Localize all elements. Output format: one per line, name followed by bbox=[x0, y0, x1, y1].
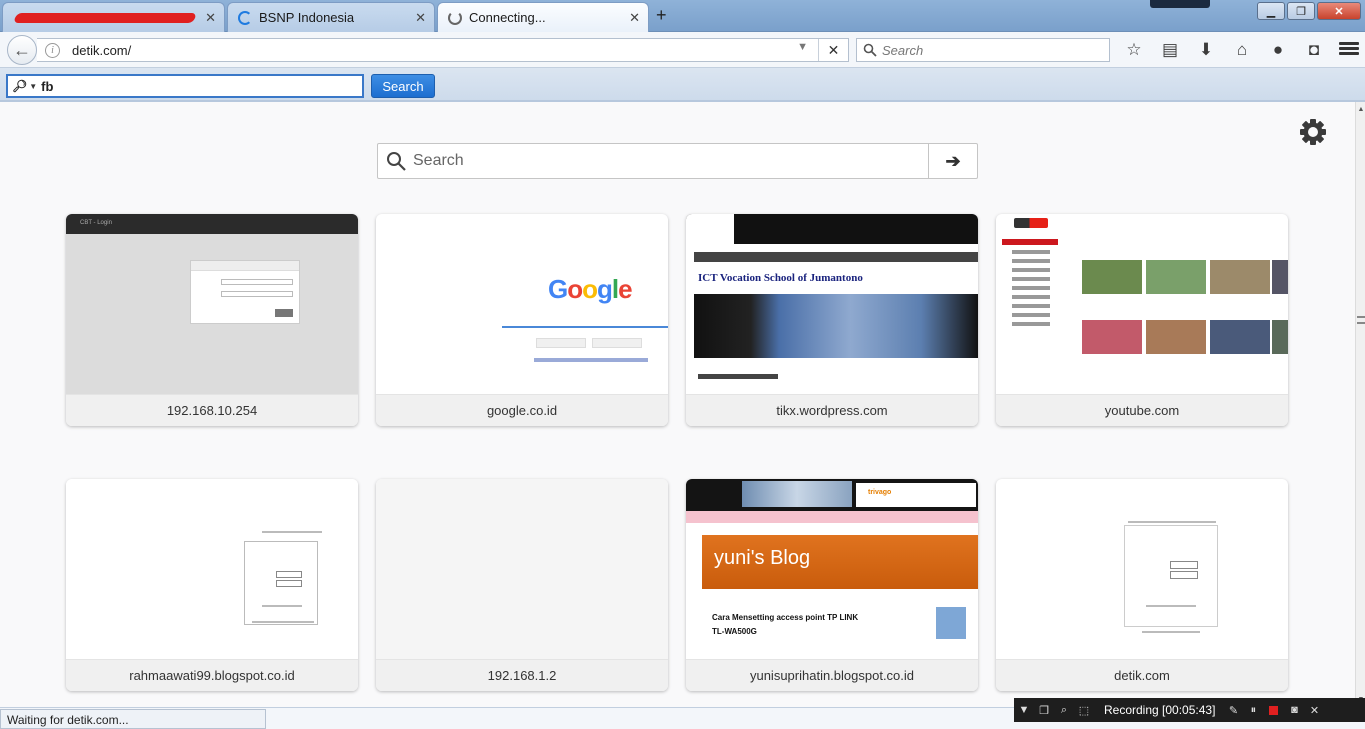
site-thumbnail bbox=[376, 479, 668, 659]
site-thumbnail: CBT - Login bbox=[66, 214, 358, 394]
youtube-logo-icon bbox=[1014, 218, 1048, 228]
window-decoration bbox=[1150, 0, 1210, 8]
top-site-tile[interactable]: ICT Vocation School of Jumantono tikx.wo… bbox=[686, 214, 978, 426]
pocket-icon[interactable]: ◘ bbox=[1298, 38, 1330, 62]
toolbar-search-field[interactable]: 🔎︎ ▼ fb bbox=[6, 74, 364, 98]
recording-status: Recording [00:05:43] bbox=[1104, 703, 1216, 717]
top-site-tile[interactable]: detik.com bbox=[996, 479, 1288, 691]
site-thumbnail: ICT Vocation School of Jumantono bbox=[686, 214, 978, 394]
screen-recorder-bar: ▼ ❐ ⌕ ⬚ Recording [00:05:43] ✎ ⏸ ◙ ✕ bbox=[1014, 698, 1365, 722]
tab-bsnp[interactable]: BSNP Indonesia ✕ bbox=[227, 2, 435, 32]
bookmarks-menu-icon[interactable]: ▤ bbox=[1154, 38, 1186, 62]
loading-favicon-icon bbox=[238, 10, 252, 25]
home-icon[interactable]: ⌂ bbox=[1226, 38, 1258, 62]
close-tab-icon[interactable]: ✕ bbox=[629, 10, 640, 26]
site-thumbnail: Google bbox=[376, 214, 668, 394]
window-controls: ▁ ❐ ✕ bbox=[1257, 2, 1361, 20]
redacted-title bbox=[13, 12, 197, 23]
tile-label: rahmaawati99.blogspot.co.id bbox=[66, 659, 358, 691]
download-icon[interactable]: ⬇ bbox=[1190, 38, 1222, 62]
search-engine-icon[interactable]: 🔎︎ bbox=[12, 79, 27, 93]
tile-label: google.co.id bbox=[376, 394, 668, 426]
chat-icon[interactable]: ● bbox=[1262, 38, 1294, 62]
top-site-tile[interactable]: trivago yuni's Blog Cara Mensetting acce… bbox=[686, 479, 978, 691]
tile-label: youtube.com bbox=[996, 394, 1288, 426]
tile-label: tikx.wordpress.com bbox=[686, 394, 978, 426]
search-toolbar: 🔎︎ ▼ fb Search bbox=[0, 68, 1365, 102]
site-thumbnail: trivago yuni's Blog Cara Mensetting acce… bbox=[686, 479, 978, 659]
tab-strip: ✕ BSNP Indonesia ✕ Connecting... ✕ + ▁ ❐… bbox=[0, 0, 1365, 32]
search-icon bbox=[387, 152, 406, 171]
top-site-tile[interactable]: 192.168.1.2 bbox=[376, 479, 668, 691]
close-window-button[interactable]: ✕ bbox=[1317, 2, 1361, 20]
status-text: Waiting for detik.com... bbox=[0, 709, 266, 729]
close-recorder-icon[interactable]: ✕ bbox=[1304, 704, 1324, 717]
tile-label: yunisuprihatin.blogspot.co.id bbox=[686, 659, 978, 691]
hamburger-menu-icon[interactable] bbox=[1339, 40, 1359, 60]
dropdown-icon[interactable]: ▼ bbox=[1014, 704, 1034, 716]
tile-label: 192.168.10.254 bbox=[66, 394, 358, 426]
stop-icon[interactable]: ✕ bbox=[818, 39, 848, 61]
zoom-icon[interactable]: ⌕ bbox=[1054, 704, 1074, 717]
restore-button[interactable]: ❐ bbox=[1287, 2, 1315, 20]
search-input[interactable]: Search bbox=[856, 38, 1110, 62]
minimize-button[interactable]: ▁ bbox=[1257, 2, 1285, 20]
google-logo-text: Google bbox=[548, 274, 633, 304]
url-bar[interactable]: i detik.com/ ▼ ✕ bbox=[37, 38, 849, 62]
bookmark-star-icon[interactable]: ☆ bbox=[1118, 38, 1150, 62]
search-placeholder: Search bbox=[882, 42, 924, 58]
engine-dropdown-icon[interactable]: ▼ bbox=[29, 82, 37, 91]
page-search-input[interactable]: Search bbox=[377, 143, 929, 179]
page-search-placeholder: Search bbox=[413, 152, 464, 169]
site-thumbnail bbox=[996, 479, 1288, 659]
navigation-bar: ← i detik.com/ ▼ ✕ Search ☆ ▤ ⬇ ⌂ ● ◘ bbox=[0, 32, 1365, 68]
site-thumbnail bbox=[66, 479, 358, 659]
new-tab-button[interactable]: + bbox=[656, 5, 667, 26]
history-dropdown-icon[interactable]: ▼ bbox=[797, 41, 808, 53]
back-button[interactable]: ← bbox=[7, 35, 37, 65]
tile-label: detik.com bbox=[996, 659, 1288, 691]
url-text[interactable]: detik.com/ bbox=[72, 43, 131, 58]
close-tab-icon[interactable]: ✕ bbox=[415, 10, 426, 26]
site-thumbnail bbox=[996, 214, 1288, 394]
window-icon[interactable]: ❐ bbox=[1034, 704, 1054, 717]
camera-icon[interactable]: ◙ bbox=[1284, 704, 1304, 716]
top-site-tile[interactable]: rahmaawati99.blogspot.co.id bbox=[66, 479, 358, 691]
top-site-tile[interactable]: CBT - Login 192.168.10.254 bbox=[66, 214, 358, 426]
tab-title: BSNP Indonesia bbox=[259, 10, 355, 25]
tile-label: 192.168.1.2 bbox=[376, 659, 668, 691]
wp-blog-title: ICT Vocation School of Jumantono bbox=[698, 272, 863, 284]
toolbar-search-value[interactable]: fb bbox=[41, 79, 53, 94]
new-tab-page: Search ➔ CBT - Login 192.168.10.254 Goog… bbox=[0, 102, 1355, 707]
top-site-tile[interactable]: Google google.co.id bbox=[376, 214, 668, 426]
site-info-icon[interactable]: i bbox=[45, 42, 60, 58]
post-title: Cara Mensetting access point TP LINK TL-… bbox=[712, 613, 859, 636]
top-site-tile[interactable]: youtube.com bbox=[996, 214, 1288, 426]
pause-icon[interactable]: ⏸ bbox=[1243, 704, 1263, 717]
region-icon[interactable]: ⬚ bbox=[1074, 704, 1094, 717]
stop-record-icon[interactable] bbox=[1269, 705, 1279, 715]
gear-icon[interactable] bbox=[1299, 118, 1327, 146]
scroll-up-icon[interactable]: ▲ bbox=[1357, 106, 1365, 113]
pen-icon[interactable]: ✎ bbox=[1223, 704, 1243, 717]
tab-title: Connecting... bbox=[469, 10, 546, 25]
trivago-ad-text: trivago bbox=[856, 483, 976, 507]
page-scrollbar[interactable]: ▲ ▼ bbox=[1355, 102, 1365, 707]
scroll-grip[interactable] bbox=[1357, 316, 1365, 324]
tab-redacted[interactable]: ✕ bbox=[2, 2, 225, 32]
search-icon bbox=[863, 43, 877, 57]
search-go-button[interactable]: ➔ bbox=[928, 143, 978, 179]
blog-title: yuni's Blog bbox=[702, 535, 978, 589]
toolbar-search-button[interactable]: Search bbox=[371, 74, 435, 98]
close-tab-icon[interactable]: ✕ bbox=[205, 10, 216, 26]
toolbar-icons: ☆ ▤ ⬇ ⌂ ● ◘ bbox=[1118, 38, 1330, 62]
connecting-spinner-icon bbox=[448, 10, 462, 25]
tab-connecting[interactable]: Connecting... ✕ bbox=[437, 2, 649, 32]
